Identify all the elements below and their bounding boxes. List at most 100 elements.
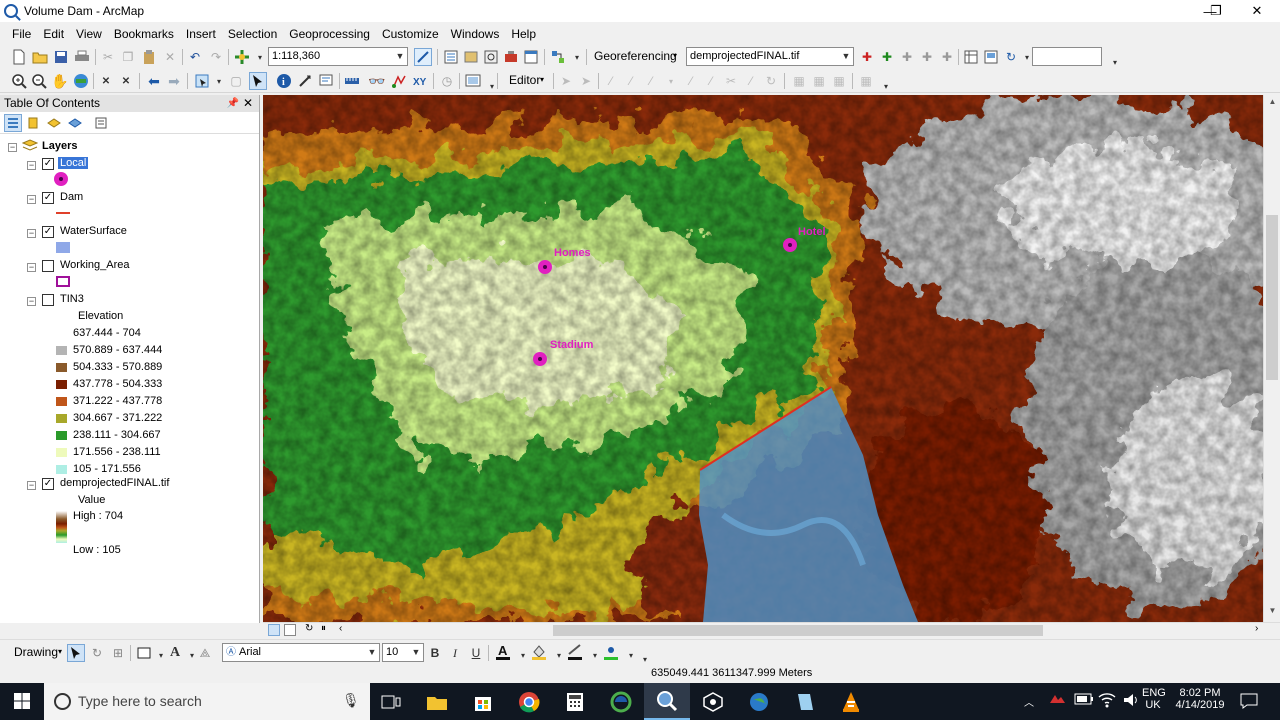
font-family-combo[interactable]: Ⓐ Arial ▼ xyxy=(222,643,380,662)
model-builder-icon[interactable] xyxy=(549,48,567,66)
attributes-icon[interactable]: ▦ xyxy=(790,72,808,90)
cut-polygons-icon[interactable]: ✂ xyxy=(722,72,740,90)
arctoolbox-icon[interactable] xyxy=(502,48,520,66)
find-binoculars-icon[interactable]: 👓 xyxy=(368,72,386,90)
layer-tin3-label[interactable]: TIN3 xyxy=(60,293,84,305)
calculator-icon[interactable] xyxy=(552,683,598,720)
scroll-up-arrow-icon[interactable]: ▲ xyxy=(1264,97,1280,111)
go-to-xy-icon[interactable]: XY xyxy=(411,72,429,90)
python-window-icon[interactable] xyxy=(522,48,540,66)
fixed-zoom-out-icon[interactable]: ✕ xyxy=(117,72,135,90)
measure-icon[interactable] xyxy=(343,72,361,90)
blank-combo[interactable] xyxy=(1032,47,1102,66)
pause-drawing-icon[interactable]: ⏸ xyxy=(321,623,326,634)
show-hidden-icons-icon[interactable]: ︿ xyxy=(1024,694,1034,720)
copy-icon[interactable]: ❐ xyxy=(119,48,137,66)
menu-insert[interactable]: Insert xyxy=(180,27,222,41)
italic-button[interactable]: I xyxy=(446,644,464,662)
wifi-icon[interactable] xyxy=(1098,692,1116,720)
raster-collapse-icon[interactable]: − xyxy=(27,481,36,490)
layer-raster-label[interactable]: demprojectedFINAL.tif xyxy=(60,477,169,489)
editor-options-icon[interactable]: ▦ xyxy=(857,72,875,90)
cut-icon[interactable]: ✂ xyxy=(99,48,117,66)
edit-annotation-icon[interactable]: ➤ xyxy=(577,72,595,90)
hyperlink-icon[interactable] xyxy=(296,72,314,90)
toolbar-options-icon[interactable]: ▾ xyxy=(568,48,586,66)
microphone-icon[interactable]: 🎙 xyxy=(342,692,360,709)
list-by-source-icon[interactable] xyxy=(24,114,42,132)
scroll-right-arrow-icon[interactable]: › xyxy=(1255,623,1258,634)
endpoint-arc-icon[interactable]: ⁄ xyxy=(622,72,640,90)
maximize-button[interactable]: ❐ xyxy=(1196,0,1236,22)
scale-icon[interactable]: ✚ xyxy=(918,48,936,66)
georeferencing-label[interactable]: Georeferencing xyxy=(594,49,677,63)
scroll-down-arrow-icon[interactable]: ▼ xyxy=(1264,606,1280,620)
windows-start-icon[interactable] xyxy=(14,693,30,709)
back-arrow-icon[interactable]: ⬅ xyxy=(145,72,163,90)
raster-visibility-checkbox[interactable]: ✓ xyxy=(42,478,54,490)
delete-icon[interactable]: ✕ xyxy=(161,48,179,66)
viewer-icon[interactable] xyxy=(982,48,1000,66)
menu-file[interactable]: File xyxy=(6,27,37,41)
identify-icon[interactable]: i xyxy=(275,72,293,90)
toc-window-icon[interactable] xyxy=(442,48,460,66)
menu-help[interactable]: Help xyxy=(505,27,542,41)
file-explorer-icon[interactable] xyxy=(414,683,460,720)
menu-bookmarks[interactable]: Bookmarks xyxy=(108,27,180,41)
create-viewer-window-icon[interactable] xyxy=(464,72,482,90)
taskbar-search-box[interactable]: Type here to search 🎙 xyxy=(44,683,370,720)
bold-button[interactable]: B xyxy=(426,644,444,662)
find-route-icon[interactable] xyxy=(390,72,408,90)
local-visibility-checkbox[interactable]: ✓ xyxy=(42,158,54,170)
reshape-icon[interactable]: ⁄ xyxy=(702,72,720,90)
list-by-visibility-icon[interactable] xyxy=(45,114,63,132)
arcmap-taskbar-icon[interactable] xyxy=(644,683,690,720)
watersurface-collapse-icon[interactable]: − xyxy=(27,229,36,238)
create-features-icon[interactable]: ▦ xyxy=(830,72,848,90)
edit-vertices-graphic-icon[interactable]: ⟁ xyxy=(196,644,214,662)
map-vertical-scrollbar[interactable]: ▲ ▼ xyxy=(1263,95,1280,622)
add-data-icon[interactable] xyxy=(233,48,251,66)
vertical-scroll-thumb[interactable] xyxy=(1266,215,1278,380)
drawing-menu[interactable]: Drawing xyxy=(14,645,58,659)
fit-to-display-icon[interactable]: ✚ xyxy=(938,48,956,66)
time-slider-icon[interactable]: ◷ xyxy=(438,72,456,90)
arcglobe-icon[interactable] xyxy=(736,683,782,720)
dam-collapse-icon[interactable]: − xyxy=(27,195,36,204)
print-icon[interactable] xyxy=(73,48,91,66)
taskbar-clock[interactable]: 8:02 PM 4/14/2019 xyxy=(1172,687,1228,720)
select-dropdown-icon[interactable]: ▾ xyxy=(210,72,228,90)
edit-vertices-icon[interactable]: ⁄ xyxy=(682,72,700,90)
sketch-properties-icon[interactable]: ▦ xyxy=(810,72,828,90)
layers-root-label[interactable]: Layers xyxy=(42,140,77,152)
rotate-icon[interactable]: ✚ xyxy=(858,48,876,66)
straight-segment-icon[interactable]: ⁄ xyxy=(602,72,620,90)
forward-arrow-icon[interactable]: ➡ xyxy=(165,72,183,90)
undo-icon[interactable]: ↶ xyxy=(186,48,204,66)
toc-options-icon[interactable] xyxy=(92,114,110,132)
menu-geoprocessing[interactable]: Geoprocessing xyxy=(283,27,376,41)
vlc-icon[interactable] xyxy=(828,683,874,720)
editor-toolbar-toggle-icon[interactable] xyxy=(414,48,432,66)
menu-customize[interactable]: Customize xyxy=(376,27,445,41)
font-size-combo[interactable]: 10 ▼ xyxy=(382,643,424,662)
tin3-collapse-icon[interactable]: − xyxy=(27,297,36,306)
notes-app-icon[interactable] xyxy=(782,683,828,720)
new-text-icon[interactable]: A xyxy=(166,644,184,662)
line-color-icon[interactable] xyxy=(566,643,584,661)
tools-overflow-icon[interactable]: ▾ xyxy=(483,77,501,95)
select-graphics-icon[interactable] xyxy=(67,644,85,662)
split-icon[interactable]: ⁄ xyxy=(742,72,760,90)
list-by-selection-icon[interactable] xyxy=(66,114,84,132)
select-features-icon[interactable] xyxy=(193,72,211,90)
fill-color-icon[interactable] xyxy=(530,643,548,661)
new-document-icon[interactable] xyxy=(10,48,28,66)
horizontal-scroll-thumb[interactable] xyxy=(553,625,1043,636)
layer-working-area-label[interactable]: Working_Area xyxy=(60,259,130,271)
segment-dropdown-icon[interactable]: ▾ xyxy=(662,72,680,90)
redo-icon[interactable]: ↷ xyxy=(207,48,225,66)
georeferencing-layer-combo[interactable]: demprojectedFINAL.tif ▼ xyxy=(686,47,854,66)
volume-icon[interactable] xyxy=(1122,692,1140,720)
zoom-out-icon[interactable] xyxy=(30,72,48,90)
map-horizontal-scrollbar[interactable]: ↻ ⏸ ‹ › xyxy=(263,622,1280,637)
